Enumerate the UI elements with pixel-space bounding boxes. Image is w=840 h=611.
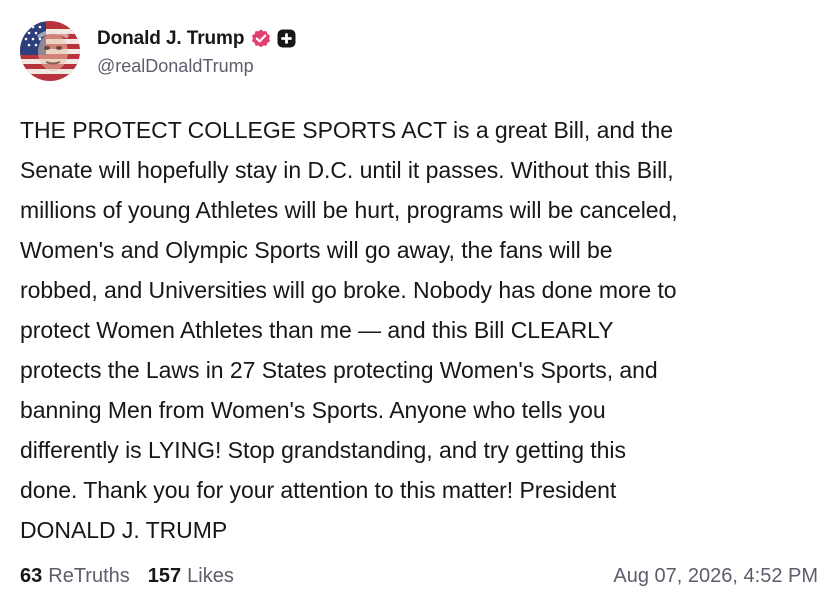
plus-badge-icon [277, 29, 296, 48]
retruths-stat[interactable]: 63 ReTruths [20, 565, 130, 588]
retruths-label: ReTruths [48, 564, 130, 587]
likes-label: Likes [187, 564, 234, 587]
post-header: Donald J. Trump @realDonaldTrump [20, 20, 296, 82]
post-card: Donald J. Trump @realDonaldTrump THE PRO… [0, 0, 840, 611]
post-text: THE PROTECT COLLEGE SPORTS ACT is a grea… [20, 117, 678, 543]
author-names: Donald J. Trump @realDonaldTrump [97, 26, 296, 77]
post-timestamp[interactable]: Aug 07, 2026, 4:52 PM [613, 565, 818, 588]
avatar[interactable] [20, 21, 80, 81]
post-footer: 63 ReTruths 157 Likes Aug 07, 2026, 4:52… [20, 562, 818, 590]
display-name[interactable]: Donald J. Trump [97, 28, 244, 50]
post-stats: 63 ReTruths 157 Likes [20, 565, 252, 588]
name-row: Donald J. Trump [97, 26, 296, 52]
likes-stat[interactable]: 157 Likes [148, 565, 234, 588]
author-handle[interactable]: @realDonaldTrump [97, 56, 296, 77]
likes-count: 157 [147, 564, 182, 587]
verified-badge-icon [250, 28, 272, 50]
flag-portrait-avatar-icon [20, 21, 80, 81]
retruths-count: 63 [20, 564, 43, 587]
